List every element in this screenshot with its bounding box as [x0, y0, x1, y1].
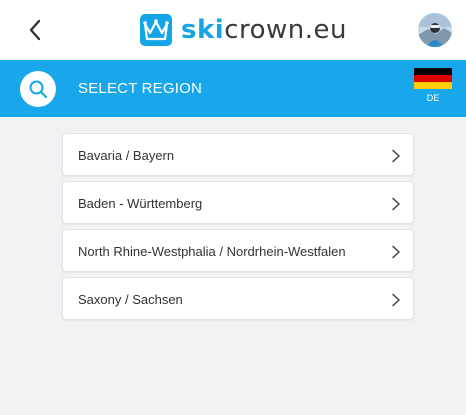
- user-avatar[interactable]: [418, 13, 452, 47]
- region-item-north-rhine-westphalia[interactable]: North Rhine-Westphalia / Nordrhein-Westf…: [62, 229, 414, 272]
- region-item-baden-wuerttemberg[interactable]: Baden - Württemberg: [62, 181, 414, 224]
- page-title: SELECT REGION: [78, 80, 203, 97]
- skicrown-logo: skicrown.eu: [139, 13, 347, 47]
- language-code: DE: [426, 93, 440, 103]
- region-item-bavaria[interactable]: Bavaria / Bayern: [62, 133, 414, 176]
- crown-logo-icon: [140, 14, 172, 46]
- logo-text-domain: crown.eu: [224, 15, 347, 45]
- language-selector[interactable]: DE: [414, 68, 452, 105]
- region-item-label: Bavaria / Bayern: [78, 148, 175, 163]
- region-item-label: Saxony / Sachsen: [78, 292, 183, 307]
- top-bar: skicrown.eu: [0, 0, 466, 60]
- back-button[interactable]: [20, 14, 50, 46]
- search-icon: [29, 80, 48, 99]
- chevron-right-icon: [392, 149, 400, 163]
- region-item-label: North Rhine-Westphalia / Nordrhein-Westf…: [78, 244, 346, 259]
- chevron-left-icon: [29, 19, 41, 41]
- logo-text-ski: ski: [181, 15, 225, 45]
- germany-flag-icon: [414, 68, 452, 89]
- avatar-image-icon: [418, 13, 452, 47]
- region-header-bar: [0, 60, 466, 117]
- search-button[interactable]: [20, 71, 56, 107]
- chevron-right-icon: [392, 197, 400, 211]
- region-item-label: Baden - Württemberg: [78, 196, 203, 211]
- region-item-saxony[interactable]: Saxony / Sachsen: [62, 277, 414, 320]
- chevron-right-icon: [392, 293, 400, 307]
- logo-text: skicrown.eu: [181, 13, 347, 47]
- chevron-right-icon: [392, 245, 400, 259]
